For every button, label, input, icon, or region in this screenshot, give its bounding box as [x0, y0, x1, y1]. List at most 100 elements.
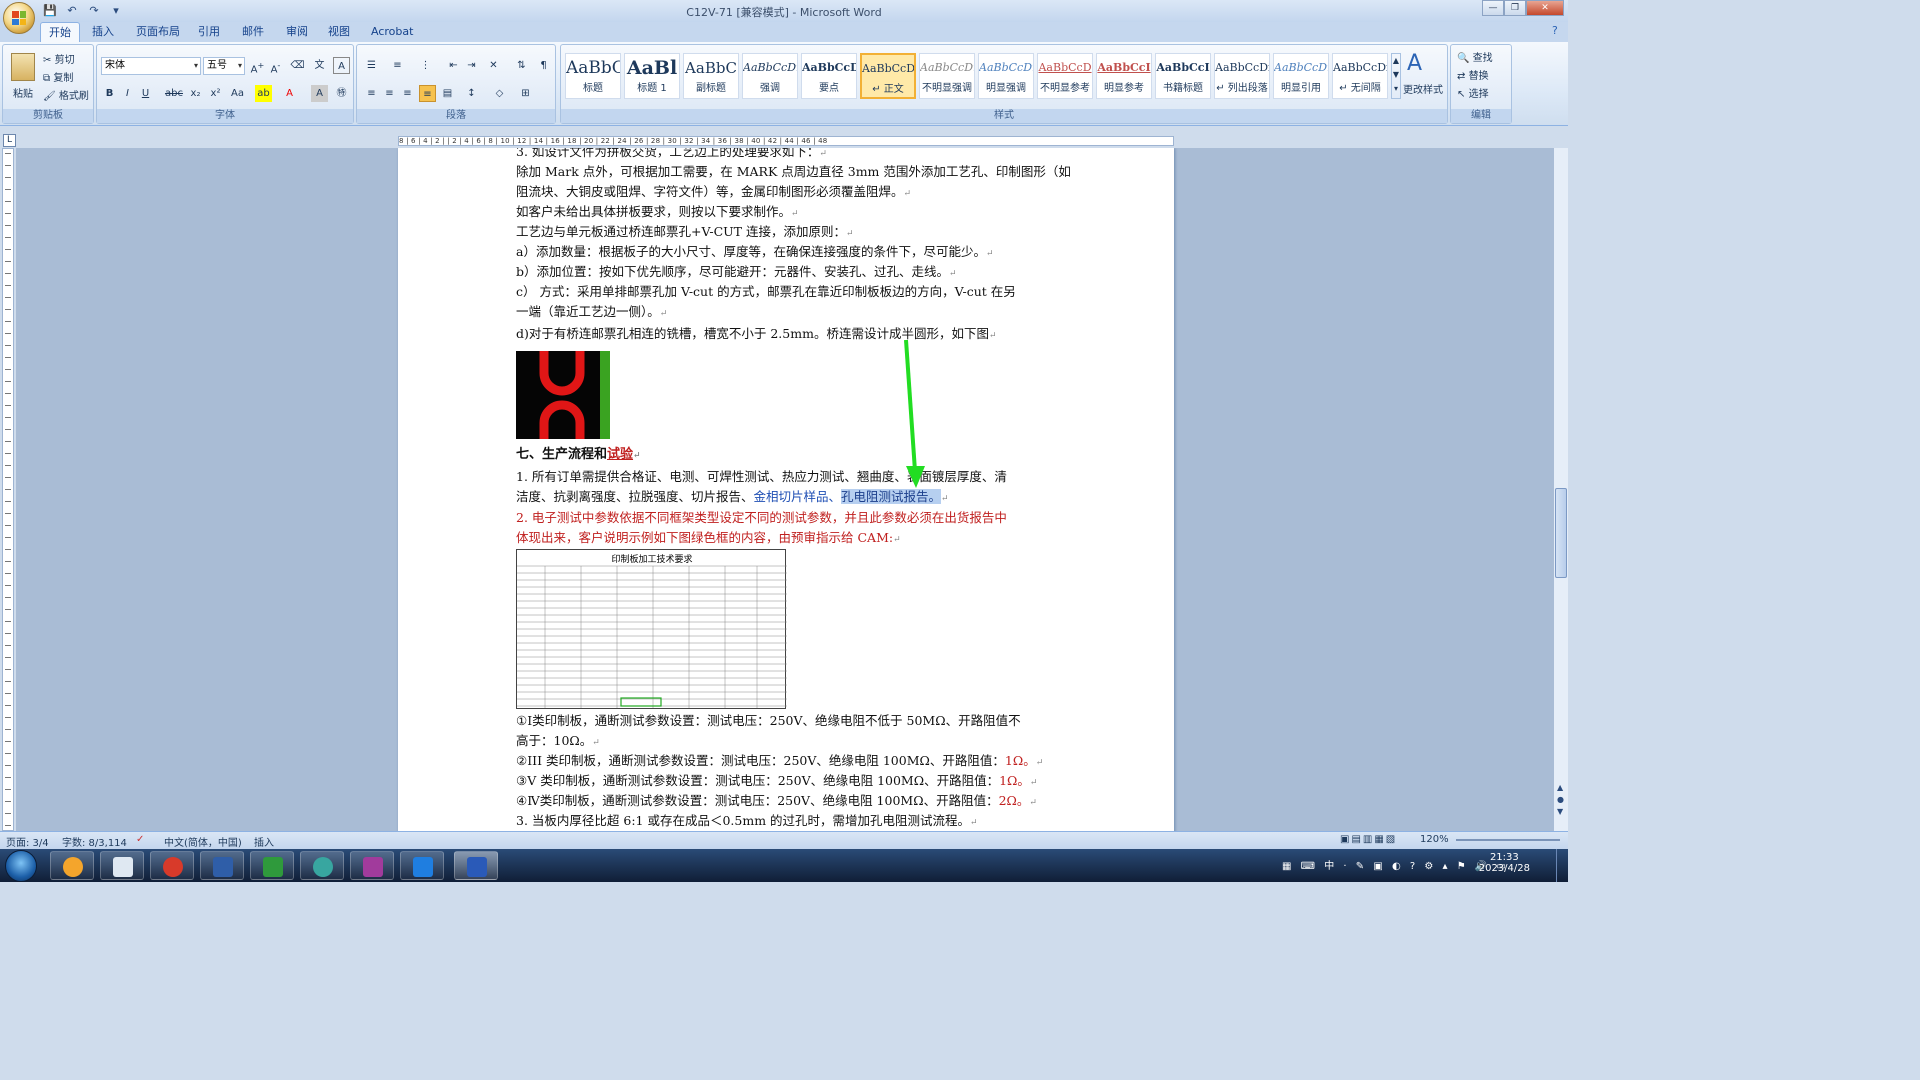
style-title[interactable]: AaBbC 标题 — [565, 53, 621, 99]
change-styles-icon[interactable]: A — [1407, 51, 1422, 76]
restore-button[interactable]: ❐ — [1504, 0, 1526, 16]
taskbar-app-shell[interactable] — [50, 851, 94, 880]
superscript-icon[interactable]: x² — [207, 85, 224, 102]
font-name-select[interactable]: 宋体 — [101, 57, 201, 75]
distributed-icon[interactable]: ▤ — [439, 85, 456, 102]
tab-mailings[interactable]: 邮件 — [234, 22, 272, 42]
tab-insert[interactable]: 插入 — [84, 22, 122, 42]
taskbar-app-red[interactable] — [150, 851, 194, 880]
proofing-icon[interactable]: ✓ — [136, 834, 144, 845]
paste-button[interactable]: 粘贴 — [13, 85, 33, 100]
style-strong[interactable]: AaBbCcD 要点 — [801, 53, 857, 99]
style-intense-quote[interactable]: AaBbCcDı 明显引用 — [1273, 53, 1329, 99]
numbering-icon[interactable]: ≡ — [389, 57, 406, 74]
cut-button[interactable]: ✂ 剪切 — [43, 51, 75, 66]
taskbar-app-x[interactable] — [350, 851, 394, 880]
view-buttons[interactable]: ▣▤▥▦▧ — [1340, 834, 1397, 845]
paste-icon[interactable] — [11, 53, 35, 81]
find-button[interactable]: 🔍 查找 — [1457, 49, 1493, 64]
bullets-icon[interactable]: ☰ — [363, 57, 380, 74]
styles-scroll[interactable]: ▲ ▼ ▾ — [1391, 53, 1401, 99]
italic-icon[interactable]: I — [119, 85, 136, 102]
change-styles-button[interactable]: 更改样式 — [1403, 81, 1443, 96]
shading-icon[interactable]: ◇ — [491, 85, 508, 102]
taskbar-app-eye[interactable] — [300, 851, 344, 880]
taskbar-app-word[interactable] — [454, 851, 498, 880]
style-subtle-reference[interactable]: AaBbCcD 不明显参考 — [1037, 53, 1093, 99]
word-count[interactable]: 字数: 8/3,114 — [62, 834, 127, 849]
zoom-level[interactable]: 120% — [1420, 834, 1449, 845]
office-button[interactable] — [3, 2, 35, 34]
page-count[interactable]: 页面: 3/4 — [6, 834, 49, 849]
tab-page-layout[interactable]: 页面布局 — [128, 22, 188, 42]
tab-home[interactable]: 开始 — [40, 22, 80, 42]
vertical-scrollbar[interactable]: ▲ ● ▼ — [1553, 148, 1568, 831]
style-subtitle[interactable]: AaBbC 副标题 — [683, 53, 739, 99]
tab-references[interactable]: 引用 — [190, 22, 228, 42]
phonetic-guide-icon[interactable]: 文 — [311, 57, 328, 74]
change-case-icon[interactable]: Aa — [229, 85, 246, 102]
document-page[interactable]: 3. 如设计文件为拼板交货，工艺边上的处理要求如下：↵ 除加 Mark 点外，可… — [398, 148, 1174, 831]
taskbar-app-save[interactable] — [200, 851, 244, 880]
minimize-button[interactable]: — — [1482, 0, 1504, 16]
strikethrough-icon[interactable]: abc — [165, 85, 183, 102]
highlight-icon[interactable]: ab — [255, 85, 272, 102]
enclose-char-icon[interactable]: ㊕ — [333, 85, 350, 102]
language[interactable]: 中文(简体，中国) — [164, 834, 242, 849]
select-button[interactable]: ↖ 选择 — [1457, 85, 1489, 100]
char-shading-icon[interactable]: A — [311, 85, 328, 102]
horizontal-ruler[interactable]: 8 | 6 | 4 | 2 | | 2 | 4 | 6 | 8 | 10 | 1… — [398, 136, 1174, 146]
style-subtle-emphasis[interactable]: AaBbCcDı 不明显强调 — [919, 53, 975, 99]
style-emphasis[interactable]: AaBbCcDı 强调 — [742, 53, 798, 99]
multilevel-list-icon[interactable]: ⋮ — [417, 57, 434, 74]
line-spacing-icon[interactable]: ↕ — [463, 85, 480, 102]
font-size-select[interactable]: 五号 — [203, 57, 245, 75]
clock[interactable]: 21:33 2023/4/28 — [1479, 852, 1530, 874]
clear-format-icon[interactable]: ⌫ — [289, 57, 306, 74]
help-icon[interactable]: ? — [1552, 24, 1558, 37]
asian-layout-icon[interactable]: ✕ — [485, 57, 502, 74]
browse-object-icons[interactable]: ▲ ● ▼ — [1557, 782, 1564, 818]
start-button[interactable] — [5, 850, 37, 882]
style-book-title[interactable]: AaBbCcI 书籍标题 — [1155, 53, 1211, 99]
tab-selector-icon[interactable]: L — [3, 134, 16, 147]
insert-mode[interactable]: 插入 — [254, 834, 274, 849]
taskbar-app-notepad[interactable] — [100, 851, 144, 880]
style-heading-1[interactable]: AaBl 标题 1 — [624, 53, 680, 99]
close-button[interactable]: ✕ — [1526, 0, 1564, 16]
selected-text[interactable]: 孔电阻测试报告。 — [841, 489, 942, 504]
taskbar-app-green[interactable] — [250, 851, 294, 880]
shrink-font-icon[interactable]: A- — [267, 57, 284, 75]
show-marks-icon[interactable]: ¶ — [535, 57, 552, 74]
decrease-indent-icon[interactable]: ⇤ — [445, 57, 462, 74]
subscript-icon[interactable]: x₂ — [187, 85, 204, 102]
font-color-icon[interactable]: A — [281, 85, 298, 102]
justify-icon[interactable]: ≡ — [419, 85, 436, 102]
underline-icon[interactable]: U — [137, 85, 154, 102]
ime-indicator[interactable]: 中 — [1324, 861, 1337, 872]
sort-icon[interactable]: ⇅ — [513, 57, 530, 74]
vertical-ruler[interactable] — [2, 148, 14, 831]
style-intense-reference[interactable]: AaBbCcI 明显参考 — [1096, 53, 1152, 99]
tab-view[interactable]: 视图 — [320, 22, 358, 42]
tray-icons[interactable]: ▦ ⌨ 中 · ✎ ▣ ◐ ? ⚙ ▴ ⚑ 🔊 ▭ — [1282, 857, 1509, 872]
tab-review[interactable]: 审阅 — [278, 22, 316, 42]
pcb-slot-image[interactable] — [516, 351, 610, 439]
align-right-icon[interactable]: ≡ — [399, 85, 416, 102]
scroll-thumb[interactable] — [1555, 488, 1567, 578]
style-intense-emphasis[interactable]: AaBbCcDı 明显强调 — [978, 53, 1034, 99]
replace-button[interactable]: ⇄ 替换 — [1457, 67, 1489, 82]
zoom-slider[interactable] — [1456, 839, 1560, 841]
format-painter-button[interactable]: 🖌 格式刷 — [43, 87, 89, 102]
char-border-icon[interactable]: A — [333, 57, 350, 74]
borders-icon[interactable]: ⊞ — [517, 85, 534, 102]
align-center-icon[interactable]: ≡ — [381, 85, 398, 102]
copy-button[interactable]: ⧉ 复制 — [43, 69, 73, 84]
increase-indent-icon[interactable]: ⇥ — [463, 57, 480, 74]
tab-acrobat[interactable]: Acrobat — [363, 22, 421, 42]
tech-requirements-table-image[interactable]: 印制板加工技术要求 — [516, 549, 787, 709]
grow-font-icon[interactable]: A+ — [249, 57, 266, 75]
align-left-icon[interactable]: ≡ — [363, 85, 380, 102]
taskbar-app-arrow[interactable] — [400, 851, 444, 880]
style-list-paragraph[interactable]: AaBbCcDı ↵ 列出段落 — [1214, 53, 1270, 99]
